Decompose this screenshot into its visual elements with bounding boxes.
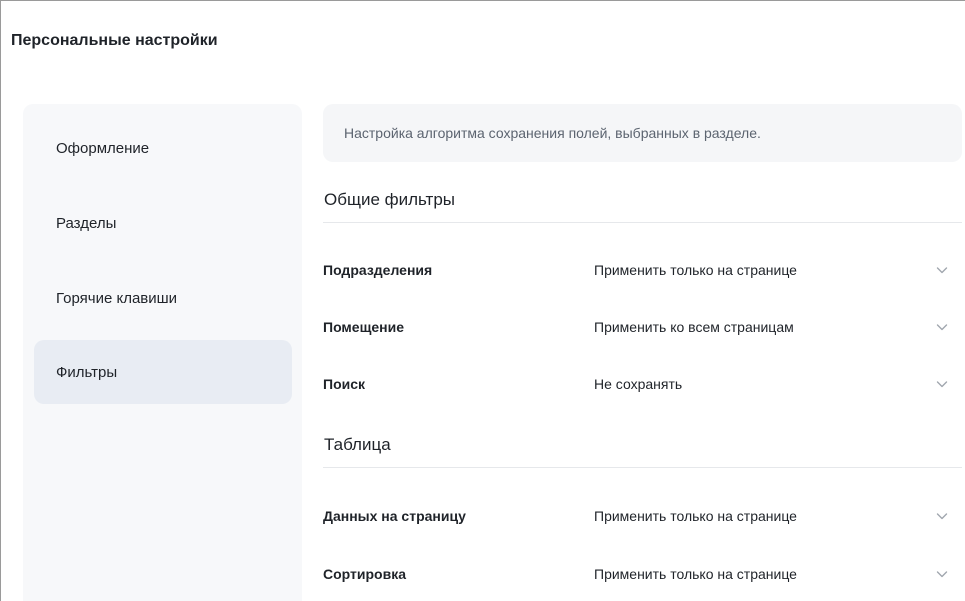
chevron-down-icon (936, 324, 948, 331)
sidebar-item-label: Оформление (56, 139, 150, 157)
sidebar-item-filters[interactable]: Фильтры (34, 340, 292, 404)
info-text: Настройка алгоритма сохранения полей, вы… (344, 125, 761, 141)
chevron-down-icon (936, 381, 948, 388)
room-save-mode-select[interactable]: Применить ко всем страницам (594, 319, 949, 335)
chevron-down-icon (936, 267, 948, 274)
chevron-down-icon (936, 513, 948, 520)
filter-row-sorting: Сортировка Применить только на странице (323, 559, 962, 589)
departments-save-mode-select[interactable]: Применить только на странице (594, 262, 949, 278)
page-title: Персональные настройки (11, 32, 218, 49)
filter-row-label: Помещение (323, 319, 405, 335)
filter-row-label: Подразделения (323, 262, 433, 278)
sorting-save-mode-select[interactable]: Применить только на странице (594, 566, 949, 582)
sidebar-item-label: Горячие клавиши (56, 289, 178, 307)
select-value: Не сохранять (594, 376, 683, 392)
filter-row-page-size: Данных на страницу Применить только на с… (323, 501, 962, 531)
filter-row-room: Помещение Применить ко всем страницам (323, 312, 962, 342)
sidebar-item-hotkeys[interactable]: Горячие клавиши (34, 266, 292, 330)
filter-row-label: Поиск (323, 376, 366, 392)
section-title-general-filters: Общие фильтры (324, 190, 456, 209)
filter-row-departments: Подразделения Применить только на страни… (323, 255, 962, 285)
sidebar-item-label: Фильтры (56, 363, 118, 381)
section-title-table: Таблица (324, 435, 391, 454)
settings-window: Персональные настройки Оформление Раздел… (0, 0, 965, 601)
search-save-mode-select[interactable]: Не сохранять (594, 376, 949, 392)
filter-row-search: Поиск Не сохранять (323, 369, 962, 399)
sidebar-item-appearance[interactable]: Оформление (34, 116, 292, 180)
select-value: Применить ко всем страницам (594, 319, 794, 335)
info-banner: Настройка алгоритма сохранения полей, вы… (323, 104, 962, 162)
select-value: Применить только на странице (594, 508, 797, 524)
filter-row-label: Сортировка (323, 566, 406, 582)
section-divider (323, 467, 962, 468)
filter-row-label: Данных на страницу (323, 508, 466, 524)
sidebar-item-label: Разделы (56, 214, 117, 232)
chevron-down-icon (936, 571, 948, 578)
section-divider (323, 222, 962, 223)
page-size-save-mode-select[interactable]: Применить только на странице (594, 508, 949, 524)
select-value: Применить только на странице (594, 566, 797, 582)
settings-sidebar: Оформление Разделы Горячие клавиши Фильт… (23, 104, 302, 601)
select-value: Применить только на странице (594, 262, 797, 278)
sidebar-item-sections[interactable]: Разделы (34, 191, 292, 255)
